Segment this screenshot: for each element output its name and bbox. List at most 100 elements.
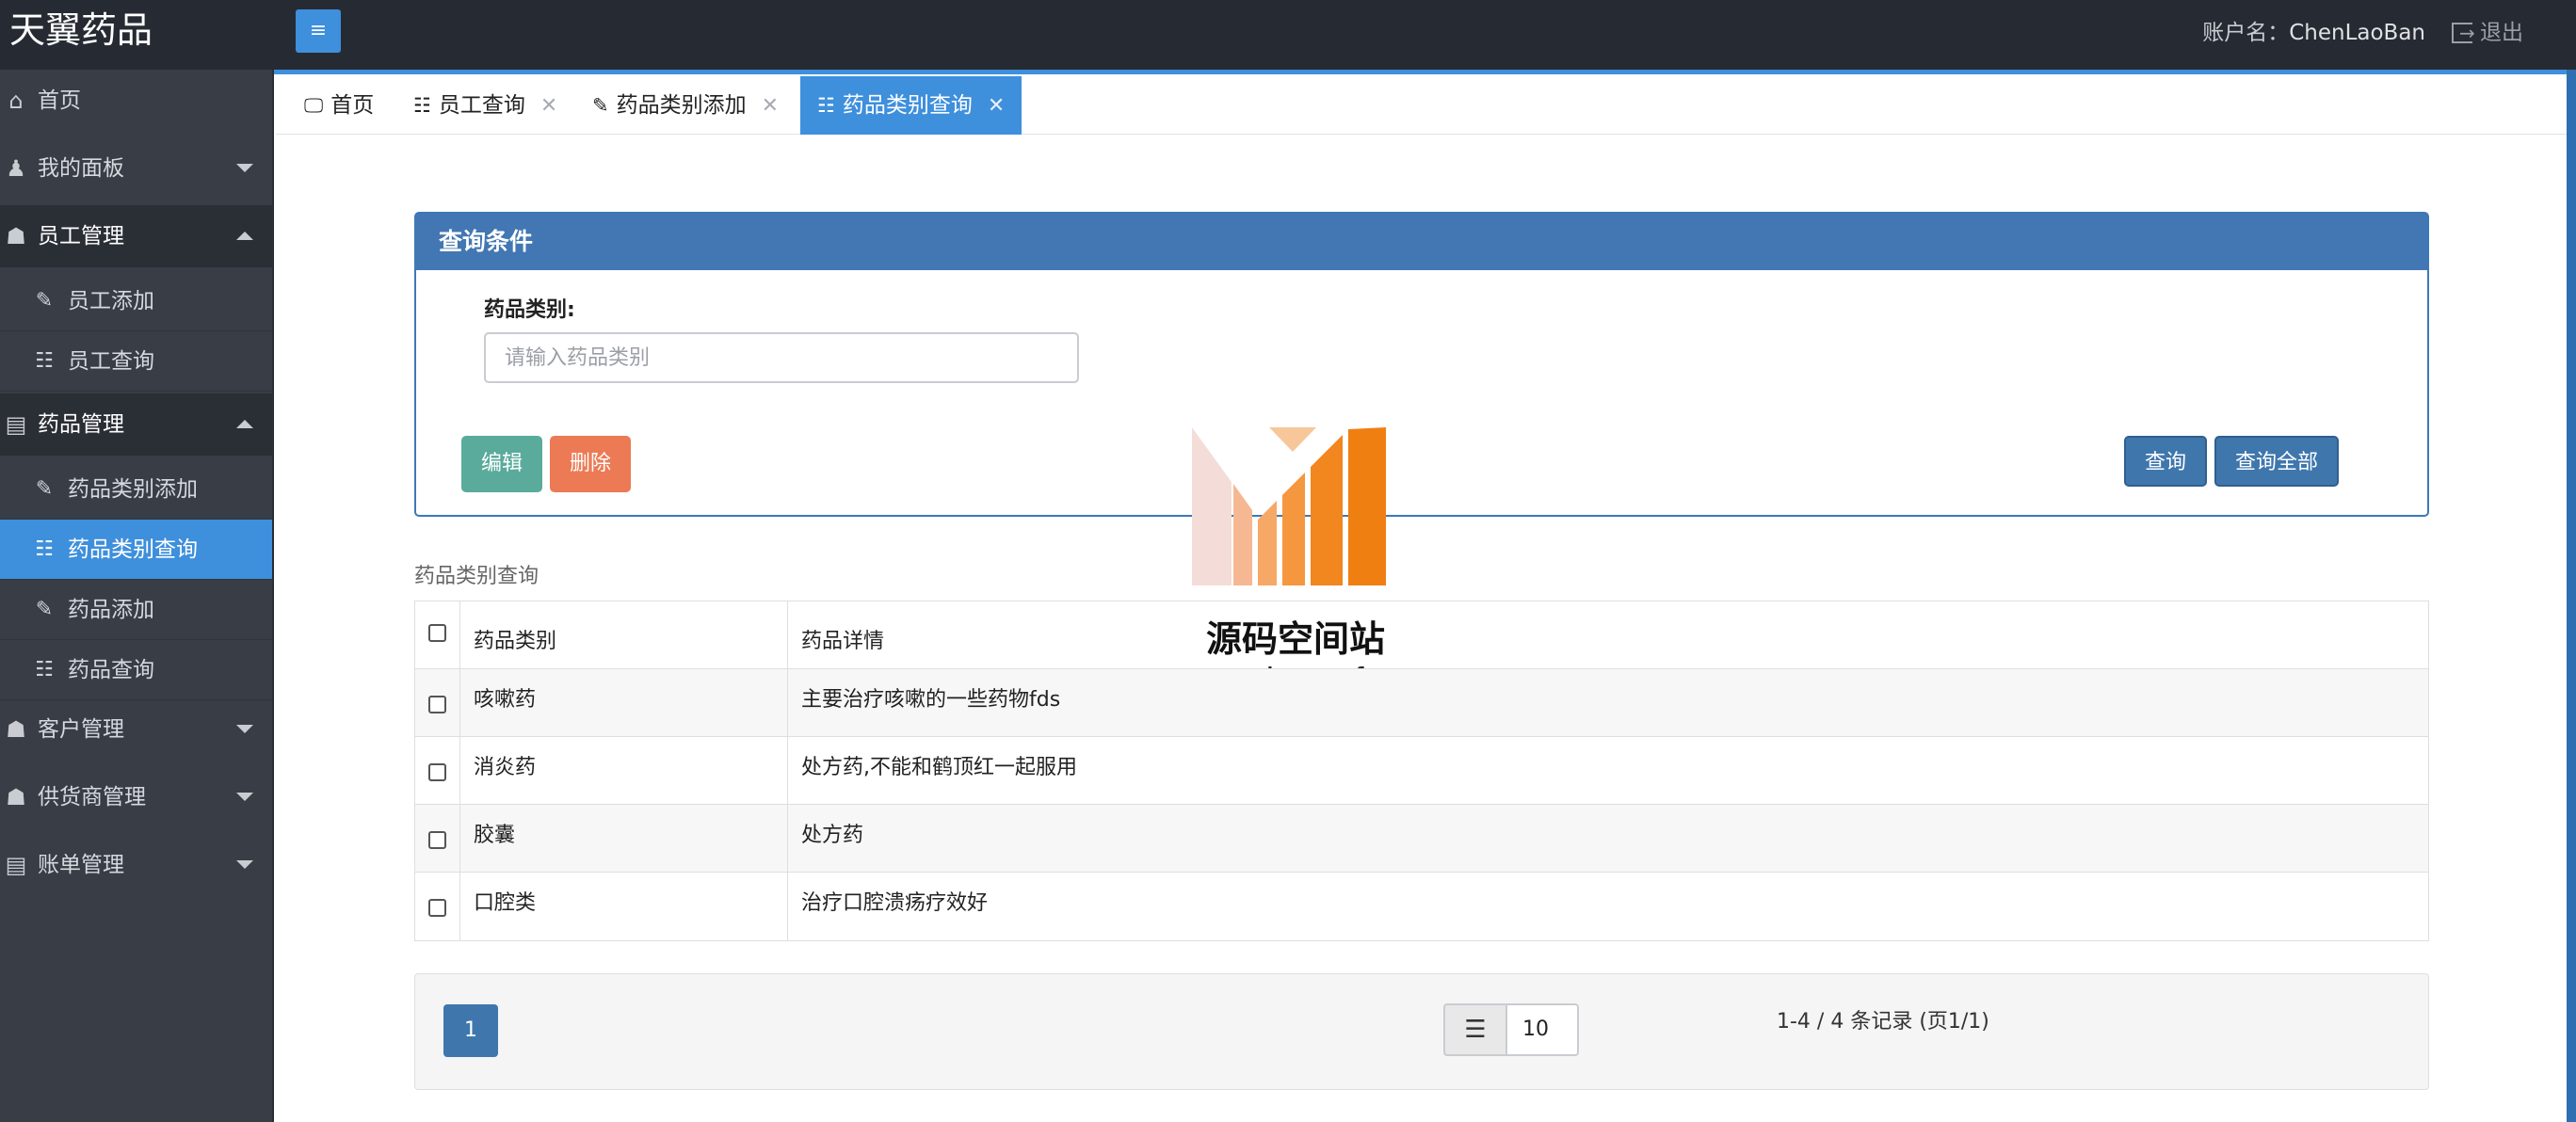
sidebar-item-customer-management[interactable]: ☗ 客户管理: [0, 698, 272, 761]
close-icon[interactable]: ✕: [762, 94, 779, 118]
user-icon: ♟: [6, 155, 26, 182]
category-cell: 消炎药: [460, 737, 788, 805]
sidebar-item-label: 我的面板: [38, 156, 124, 181]
sidebar-item-label: 供货商管理: [38, 785, 146, 809]
account-info: 账户名：ChenLaoBan: [2202, 17, 2425, 49]
chevron-down-icon: [236, 860, 253, 869]
tab-drug-category-add[interactable]: ✎ 药品类别添加 ✕: [592, 76, 779, 135]
logout-label: 退出: [2480, 21, 2523, 45]
hamburger-icon: ≡: [309, 19, 328, 42]
category-cell: 胶囊: [460, 805, 788, 873]
row-checkbox[interactable]: [428, 831, 446, 849]
sidebar-item-drug-category-query[interactable]: ☷ 药品类别查询: [0, 520, 272, 580]
table-header-row: 药品类别 药品详情: [415, 601, 2428, 669]
detail-cell: 处方药,不能和鹤顶红一起服用: [801, 756, 1077, 779]
category-search-input[interactable]: [484, 332, 1079, 383]
account-label: 账户名：: [2202, 21, 2290, 45]
sidebar-item-staff-add[interactable]: ✎ 员工添加: [0, 271, 272, 331]
sidebar-item-drug-category-add[interactable]: ✎ 药品类别添加: [0, 459, 272, 520]
users-icon: ☗: [6, 223, 26, 249]
file-icon: ▤: [5, 852, 27, 878]
chevron-up-icon: [236, 420, 253, 428]
edit-icon: ✎: [35, 598, 54, 621]
file-icon: ▤: [5, 411, 27, 438]
row-checkbox-cell: [415, 669, 460, 737]
sidebar-item-label: 员工添加: [68, 289, 154, 313]
query-button[interactable]: 查询: [2124, 436, 2207, 487]
top-navbar: 天翼药品 ≡ 账户名：ChenLaoBan 退出: [0, 0, 2576, 70]
users-icon: ☗: [6, 716, 26, 743]
sidebar-item-bill-management[interactable]: ▤ 账单管理: [0, 834, 272, 896]
tab-bar: 🖵 首页 ☷ 员工查询 ✕ ✎ 药品类别添加 ✕ ☷ 药品类别查询 ✕: [276, 74, 2567, 135]
monitor-icon: 🖵: [304, 94, 324, 117]
sidebar-item-staff-management[interactable]: ☗ 员工管理: [0, 205, 272, 267]
sidebar-item-label: 首页: [38, 88, 81, 113]
delete-button[interactable]: 删除: [550, 436, 631, 492]
table-row[interactable]: 口腔类 治疗口腔溃疡疗效好: [415, 873, 2428, 940]
home-icon: ⌂: [8, 88, 24, 114]
tab-drug-category-query[interactable]: ☷ 药品类别查询 ✕: [800, 76, 1022, 135]
tab-label: 员工查询: [438, 93, 525, 118]
sidebar-item-label: 药品添加: [68, 598, 154, 622]
sidebar-item-home[interactable]: ⌂ 首页: [0, 70, 272, 132]
detail-cell: 处方药: [801, 824, 864, 847]
sidebar-item-drug-management[interactable]: ▤ 药品管理: [0, 393, 272, 456]
page-number-button[interactable]: 1: [443, 1004, 498, 1057]
chevron-up-icon: [236, 232, 253, 240]
table-row[interactable]: 咳嗽药 主要治疗咳嗽的一些药物fds: [415, 669, 2428, 737]
category-field-label: 药品类别:: [484, 298, 575, 322]
row-checkbox[interactable]: [428, 696, 446, 713]
logout-button[interactable]: 退出: [2452, 17, 2523, 49]
page-size-input[interactable]: 10: [1505, 1003, 1579, 1056]
row-checkbox-cell: [415, 873, 460, 940]
column-header-category: 药品类别: [460, 601, 788, 669]
table-row[interactable]: 消炎药 处方药,不能和鹤顶红一起服用: [415, 737, 2428, 805]
detail-cell: 主要治疗咳嗽的一些药物fds: [801, 688, 1061, 712]
sidebar-item-label: 员工管理: [38, 224, 124, 248]
query-all-button[interactable]: 查询全部: [2214, 436, 2339, 487]
row-checkbox[interactable]: [428, 899, 446, 917]
sidebar-item-label: 账单管理: [38, 853, 124, 877]
sidebar-item-label: 客户管理: [38, 717, 124, 742]
row-checkbox[interactable]: [428, 763, 446, 781]
list-icon: ☷: [35, 537, 54, 561]
close-icon[interactable]: ✕: [540, 94, 557, 118]
sidebar-item-drug-add[interactable]: ✎ 药品添加: [0, 580, 272, 640]
pagination-bar: 1 ☰ 10 1-4 / 4 条记录 (页1/1): [414, 973, 2429, 1090]
edit-icon: ✎: [35, 477, 54, 501]
category-cell: 咳嗽药: [460, 669, 788, 737]
query-panel-title: 查询条件: [416, 214, 2427, 270]
sidebar-item-my-panel[interactable]: ♟ 我的面板: [0, 137, 272, 200]
sidebar-item-label: 药品类别查询: [68, 537, 198, 562]
sidebar-item-drug-query[interactable]: ☷ 药品查询: [0, 640, 272, 700]
detail-cell: 治疗口腔溃疡疗效好: [801, 891, 989, 915]
sidebar-item-label: 药品管理: [38, 412, 124, 437]
chevron-down-icon: [236, 164, 253, 172]
app-title: 天翼药品: [9, 9, 153, 51]
sidebar-item-staff-query[interactable]: ☷ 员工查询: [0, 331, 272, 392]
edit-button[interactable]: 编辑: [461, 436, 542, 492]
list-icon[interactable]: ☰: [1443, 1003, 1505, 1056]
list-icon: ☷: [413, 94, 431, 117]
scroll-edge: [2567, 70, 2576, 1122]
tab-home[interactable]: 🖵 首页: [304, 76, 374, 135]
page-info-text: 1-4 / 4 条记录 (页1/1): [1777, 1010, 1989, 1034]
select-all-checkbox[interactable]: [428, 624, 446, 642]
edit-icon: ✎: [35, 289, 54, 313]
account-name: ChenLaoBan: [2289, 21, 2425, 45]
tab-staff-query[interactable]: ☷ 员工查询 ✕: [413, 76, 557, 135]
sidebar-item-supplier-management[interactable]: ☗ 供货商管理: [0, 766, 272, 828]
sidebar: ⌂ 首页 ♟ 我的面板 ☗ 员工管理 ✎ 员工添加 ☷ 员工查询 ▤ 药品管理 ✎ 药品类别添…: [0, 70, 274, 1122]
query-panel: 查询条件 药品类别: 编辑 删除 查询 查询全部: [414, 212, 2429, 517]
column-header-detail: 药品详情: [801, 630, 885, 653]
category-table: 药品类别 药品详情 咳嗽药 主要治疗咳嗽的一些药物fds 消炎药 处方药,不能和…: [414, 601, 2429, 941]
menu-toggle-button[interactable]: ≡: [296, 9, 341, 53]
table-row[interactable]: 胶囊 处方药: [415, 805, 2428, 873]
list-icon: ☷: [35, 658, 54, 681]
row-checkbox-cell: [415, 737, 460, 805]
close-icon[interactable]: ✕: [988, 94, 1005, 118]
sidebar-item-label: 员工查询: [68, 349, 154, 374]
sidebar-item-label: 药品类别添加: [68, 477, 198, 502]
chevron-down-icon: [236, 793, 253, 801]
select-all-cell: [415, 601, 460, 669]
